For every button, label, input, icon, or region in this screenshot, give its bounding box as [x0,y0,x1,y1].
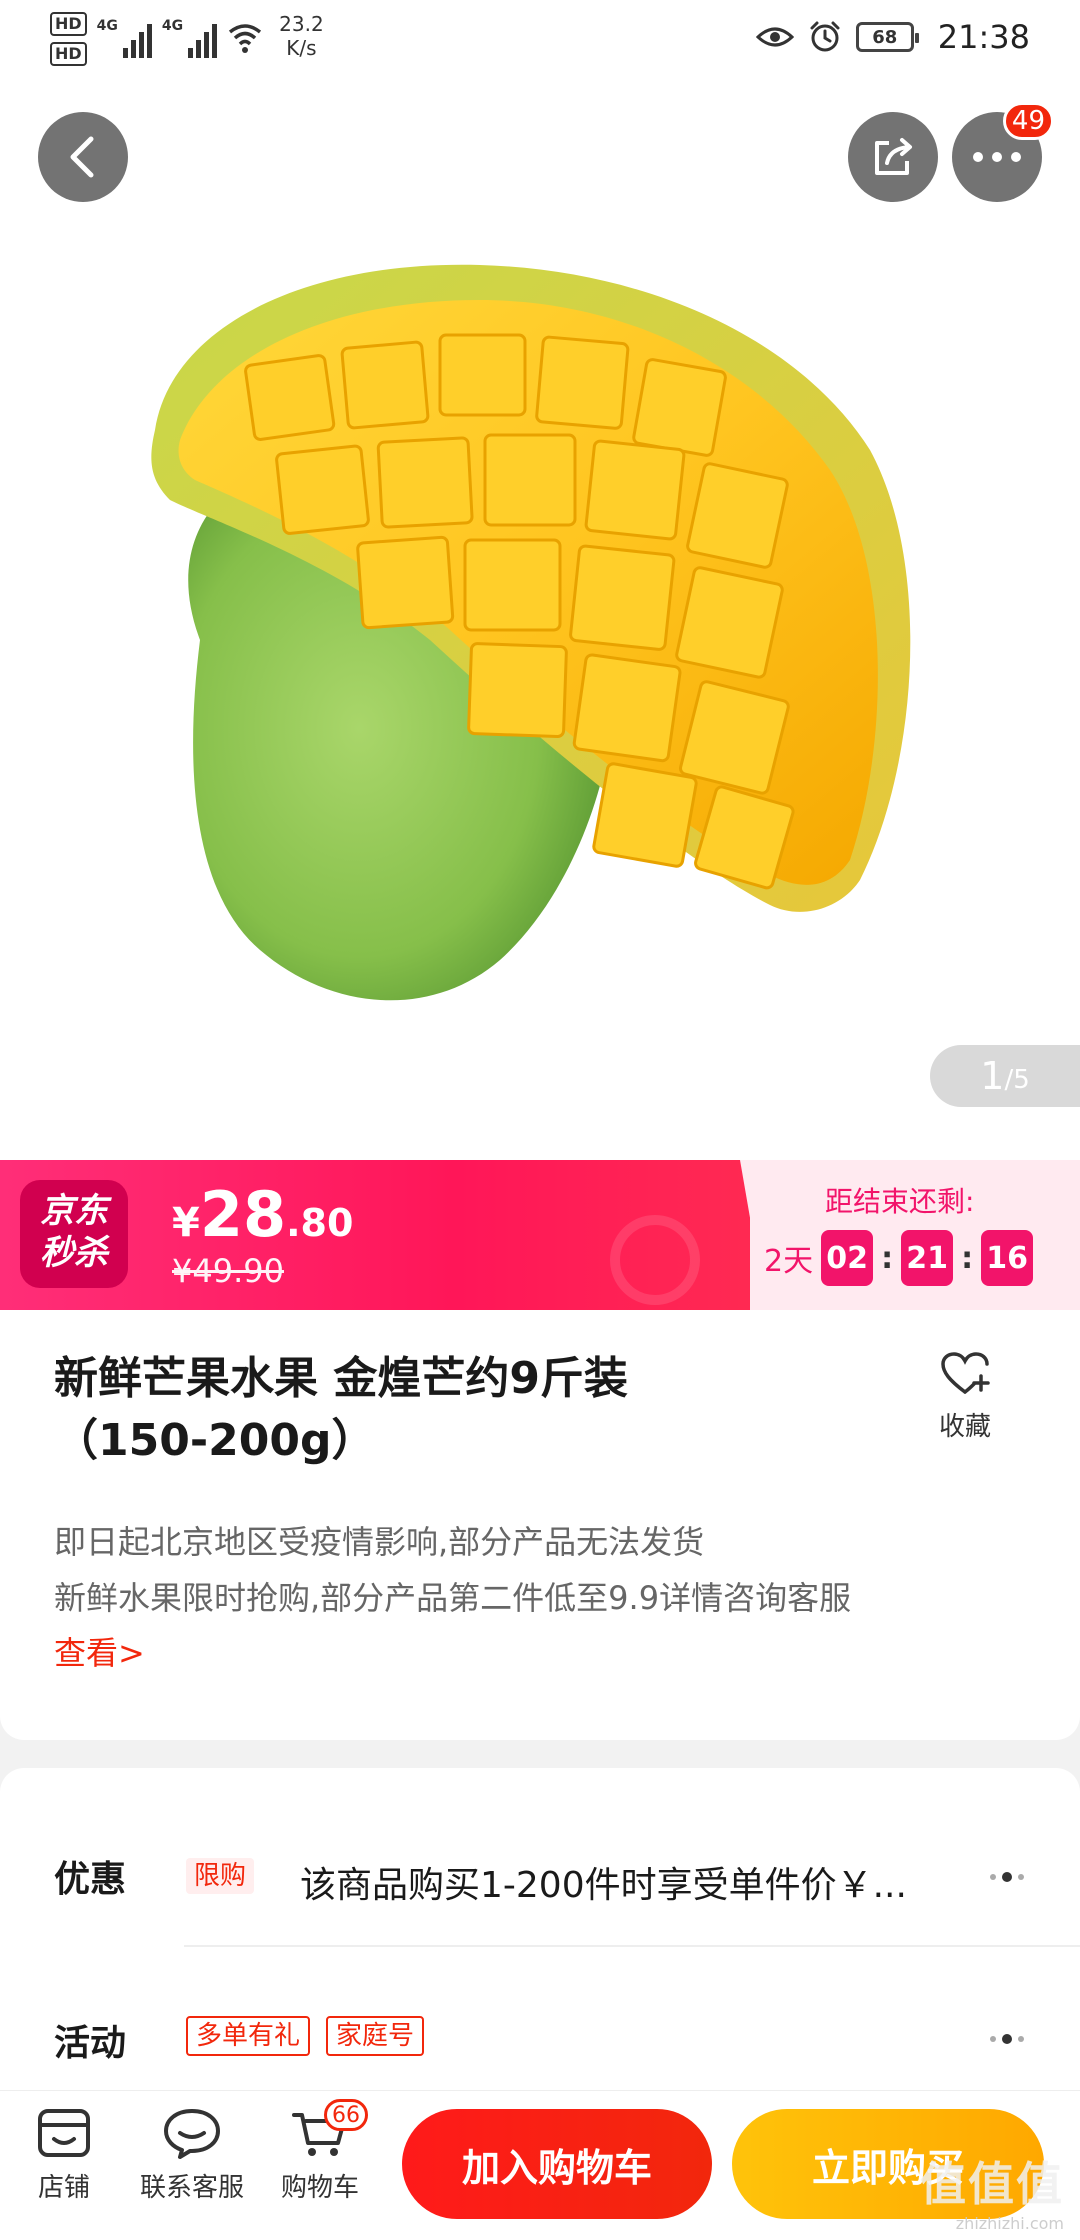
countdown-timer: 2天 02 : 21 : 16 [764,1230,1034,1286]
store-label: 店铺 [37,2173,90,2203]
countdown-label: 距结束还剩: [825,1185,975,1218]
more-dots-icon [973,152,1021,162]
countdown-hours: 02 [821,1230,874,1286]
signal-sim2-icon: 4G [162,18,218,58]
pager-total: /5 [1004,1065,1030,1095]
heart-plus-icon [941,1352,990,1394]
cart-button[interactable]: 66 购物车 [260,2099,380,2204]
chevron-left-icon [70,136,94,178]
countdown-days: 2天 [764,1244,814,1279]
product-info-card: 新鲜芒果水果 金煌芒约9斤装 （150-200g） 收藏 即日起北京地区受疫情影… [0,1310,1080,1740]
seckill-price: ¥28.80 [172,1178,354,1251]
product-image-carousel[interactable]: 49 1 /5 [0,0,1080,1160]
pager-current: 1 [980,1054,1005,1098]
clock-time: 21:38 [937,18,1030,56]
discount-description[interactable]: 该商品购买1-200件时享受单件价￥... [300,1856,940,1908]
favorite-button[interactable]: 收藏 [930,1350,1000,1443]
eye-comfort-icon [755,27,794,47]
activity-tag-multi-order[interactable]: 多单有礼 [186,2016,311,2056]
promo-divider [184,1945,1080,1947]
add-to-cart-button[interactable]: 加入购物车 [402,2109,712,2219]
activity-label: 活动 [54,2023,127,2064]
cart-count-badge: 66 [324,2099,368,2131]
hd-sim1-indicator: HD [50,12,87,36]
signal-sim1-icon: 4G [97,18,152,58]
hd-sim2-indicator: HD [50,42,87,66]
battery-icon: 68 [855,22,919,52]
share-button[interactable] [848,112,938,202]
back-button[interactable] [38,112,128,202]
store-button[interactable]: 店铺 [4,2107,124,2204]
customer-service-button[interactable]: 联系客服 [132,2107,252,2204]
alarm-icon [810,21,840,52]
see-more-link[interactable]: 查看> [54,1628,145,1674]
limit-purchase-tag: 限购 [186,1858,255,1894]
product-detail-page: 49 1 /5 HD HD 4G 4G 23.2 K/s 68 21:38 京东… [0,0,1080,2240]
product-title: 新鲜芒果水果 金煌芒约9斤装 （150-200g） [54,1353,628,1466]
countdown-minutes: 21 [901,1230,954,1286]
status-bar: HD HD 4G 4G 23.2 K/s 68 21:38 [0,0,1080,80]
discount-more-icon[interactable] [990,1872,1024,1882]
buy-now-button[interactable]: 立即购买 [732,2109,1044,2219]
bottom-action-bar: 店铺 联系客服 66 购物车 加入购物车 立即购买 [0,2090,1080,2240]
cart-label: 购物车 [280,2173,359,2203]
share-icon [875,138,912,175]
favorite-label: 收藏 [938,1412,991,1442]
customer-service-label: 联系客服 [139,2173,244,2203]
countdown-seconds: 16 [981,1230,1034,1286]
message-count-badge: 49 [1002,102,1054,140]
flash-sale-banner: 京东 秒杀 ¥28.80 ¥49.90 距结束还剩: 2天 02 : 21 : … [0,1160,1080,1310]
shipping-notice: 即日起北京地区受疫情影响,部分产品无法发货 新鲜水果限时抢购,部分产品第二件低至… [54,1523,852,1617]
network-speed: 23.2 K/s [279,12,324,60]
original-price: ¥49.90 [172,1252,284,1290]
more-button[interactable]: 49 [952,102,1054,202]
activity-more-icon[interactable] [990,2034,1024,2044]
activity-tag-family[interactable]: 家庭号 [326,2016,425,2056]
discount-label: 优惠 [54,1859,127,1900]
customer-service-icon [164,2109,220,2159]
wifi-icon [229,24,262,53]
clock-decoration-icon [610,1215,700,1305]
jd-seckill-logo: 京东 秒杀 [20,1180,128,1288]
store-icon [38,2109,90,2157]
image-pager-indicator: 1 /5 [930,1045,1080,1107]
promotions-card: 优惠 限购 该商品购买1-200件时享受单件价￥... 活动 多单有礼 家庭号 [0,1768,1080,2098]
